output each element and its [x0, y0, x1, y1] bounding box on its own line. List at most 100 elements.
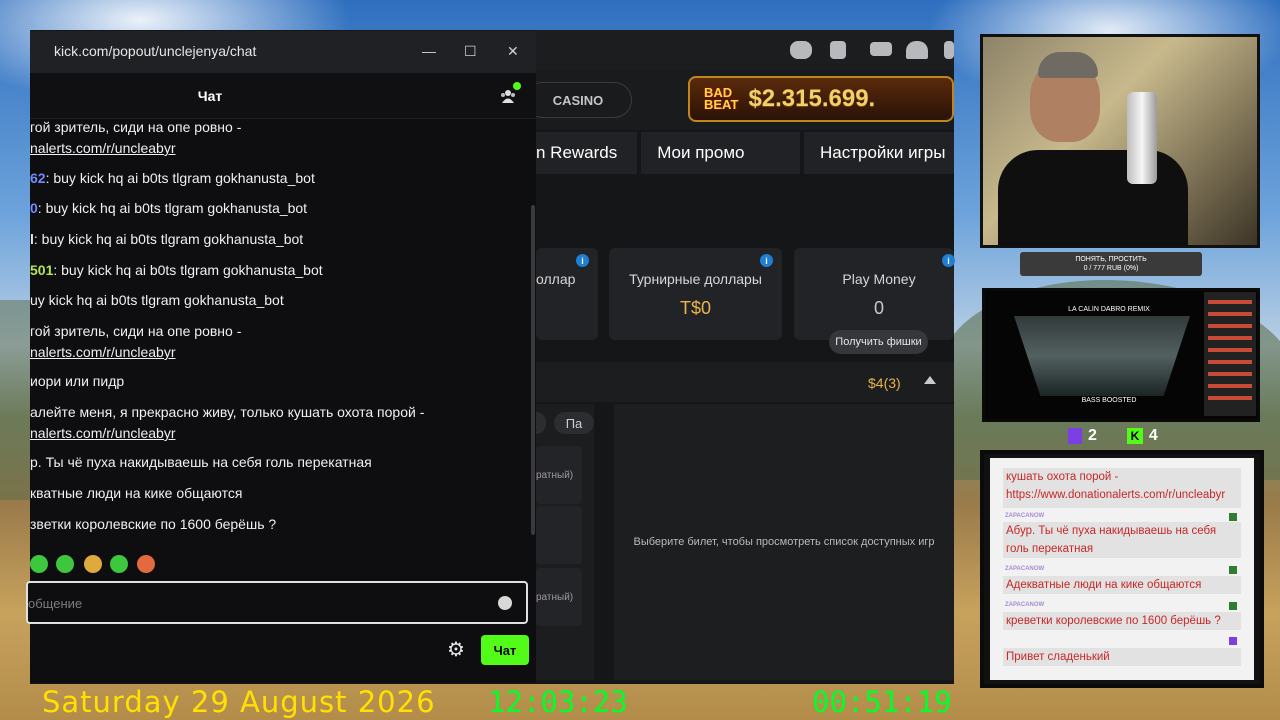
emote-icon[interactable]: [30, 555, 48, 573]
twitch-viewer-count: 2: [1088, 427, 1097, 444]
music-video-title: LA CALIN DABRO REMIX: [1068, 306, 1150, 313]
casino-button[interactable]: CASINO: [524, 82, 632, 118]
chat-message: 62: buy kick hq ai b0ts tlgram gokhanust…: [30, 168, 530, 189]
streamer-body: [998, 150, 1188, 246]
wifi-icon[interactable]: [906, 41, 928, 59]
donation-goal: ПОНЯТЬ, ПРОСТИТЬ 0 / 777 RUB (0%): [1020, 252, 1202, 276]
emote-icon[interactable]: [56, 555, 74, 573]
tab-game-settings[interactable]: Настройки игры: [804, 132, 954, 174]
date-display: Saturday 29 August 2026: [42, 685, 436, 719]
chat-message: иори или пидр: [30, 373, 125, 389]
info-icon[interactable]: i: [760, 254, 773, 267]
chat-username[interactable]: 62: [30, 170, 46, 186]
mini-chat-line: [1208, 336, 1252, 340]
close-button[interactable]: ✕: [507, 43, 519, 60]
ticket-item[interactable]: ратный): [536, 568, 582, 626]
jackpot-amount: $2.315.699.: [748, 85, 876, 112]
mini-chat-line: [1208, 372, 1252, 376]
chat-message: кватные люди на кике общаются: [30, 485, 243, 501]
tab-rewards[interactable]: n Rewards: [536, 132, 638, 174]
get-chips-button[interactable]: Получить фишки: [829, 330, 928, 354]
chat-header: [30, 73, 536, 119]
emote-icon[interactable]: [84, 555, 102, 573]
drink-can: [1127, 92, 1157, 184]
bad-beat-logo: BAD BEAT: [704, 86, 739, 112]
card-title: Турнирные доллары: [629, 271, 762, 287]
overlay-chat-message: Адекватные люди на кике общаются: [1003, 576, 1241, 594]
site-top-bar: [536, 30, 954, 70]
stream-uptime: 00:51:19: [812, 685, 952, 719]
mini-chat-line: [1208, 312, 1252, 316]
emote-icon[interactable]: [110, 555, 128, 573]
kick-icon: K: [1126, 428, 1143, 444]
chat-message: алейте меня, я прекрасно живу, только ку…: [30, 404, 425, 420]
balance-card-tournament: Турнирные доллары T$0 i: [609, 248, 782, 340]
chat-bubble-icon[interactable]: [790, 41, 812, 59]
mini-chat-line: [1208, 348, 1252, 352]
mini-chat-line: [1208, 324, 1252, 328]
chat-username[interactable]: 501: [30, 262, 53, 278]
users-icon[interactable]: [500, 88, 516, 104]
time-display: 12:03:23: [488, 685, 628, 719]
games-panel: Выберите билет, чтобы просмотреть список…: [614, 404, 954, 680]
kick-icon: [1229, 602, 1237, 610]
bad-beat-logo-line: BEAT: [704, 97, 739, 112]
ticket-item[interactable]: [536, 506, 582, 564]
chat-username[interactable]: 0: [30, 200, 38, 216]
mini-chat-line: [1208, 300, 1252, 304]
info-icon[interactable]: i: [576, 254, 589, 267]
mail-icon[interactable]: [870, 42, 892, 56]
chat-message-link[interactable]: nalerts.com/r/uncleabyr: [30, 138, 530, 159]
cube-icon[interactable]: [830, 41, 846, 59]
card-value: 0: [873, 298, 884, 318]
chat-message: uy kick hq ai b0ts tlgram gokhanusta_bot: [30, 292, 284, 308]
minimize-button[interactable]: —: [422, 43, 436, 59]
chat-title: Чат: [197, 88, 223, 104]
gear-icon[interactable]: ⚙: [447, 640, 465, 660]
chat-message-link[interactable]: nalerts.com/r/uncleabyr: [30, 423, 530, 444]
overlay-chat-message: креветки королевские по 1600 берёшь ?: [1003, 612, 1241, 630]
overlay-chat-message: Абур. Ты чё пуха накидываешь на себя гол…: [1003, 522, 1241, 558]
card-value: T$0: [679, 298, 712, 318]
music-video-subtitle: BASS BOOSTED: [1081, 397, 1137, 404]
chat-scrollbar[interactable]: [531, 205, 535, 535]
chat-message: зветки королевские по 1600 берёшь ?: [30, 516, 277, 532]
smile-icon[interactable]: [498, 596, 512, 610]
row-amount: $4(3): [868, 375, 901, 391]
goal-title: ПОНЯТЬ, ПРОСТИТЬ: [1075, 256, 1147, 263]
mini-chat-line: [1208, 396, 1252, 400]
info-icon[interactable]: i: [942, 254, 955, 267]
bad-beat-jackpot-banner[interactable]: BAD BEAT $2.315.699.: [688, 76, 954, 122]
chat-message-input[interactable]: [26, 581, 528, 624]
send-chat-button[interactable]: Чат: [481, 635, 529, 665]
overlay-chat-message: Привет сладенький: [1003, 648, 1241, 666]
balance-card-play-money: Play Money 0 i: [794, 248, 955, 340]
tab-my-promo[interactable]: Мои промо: [641, 132, 800, 174]
streamer-cap: [1038, 52, 1098, 78]
chat-text: : buy kick hq ai b0ts tlgram gokhanusta_…: [33, 231, 304, 247]
viewer-counts: 2 K 4: [1068, 427, 1158, 445]
online-indicator: [513, 82, 521, 90]
mini-chat-line: [1208, 360, 1252, 364]
twitch-icon: [1068, 428, 1082, 444]
filter-pill-pa[interactable]: Па: [554, 412, 594, 434]
overlay-chat-username: ZAPACANOW: [1005, 602, 1045, 608]
overlay-chat-message: кушать охота порой - https://www.donatio…: [1003, 468, 1241, 508]
kick-icon: [1229, 566, 1237, 574]
extension-icon[interactable]: [944, 41, 954, 59]
chevron-up-icon[interactable]: [924, 376, 936, 384]
select-ticket-hint: Выберите билет, чтобы просмотреть список…: [633, 536, 935, 548]
emote-icon[interactable]: [137, 555, 155, 573]
card-title: Play Money: [842, 271, 916, 287]
music-video-scene: [1014, 316, 1190, 396]
kick-viewer-count: 4: [1148, 427, 1158, 444]
chat-message: 0: buy kick hq ai b0ts tlgram gokhanusta…: [30, 198, 530, 219]
maximize-button[interactable]: ☐: [464, 43, 477, 60]
balance-card-dollars: оллар i: [536, 248, 598, 340]
card-title: оллар: [536, 271, 576, 287]
mini-chat-line: [1208, 384, 1252, 388]
ticket-item[interactable]: ратный): [536, 446, 582, 504]
chat-input-placeholder: общение: [28, 596, 83, 611]
chat-message-link[interactable]: nalerts.com/r/uncleabyr: [30, 342, 530, 363]
twitch-icon: [1229, 637, 1237, 645]
